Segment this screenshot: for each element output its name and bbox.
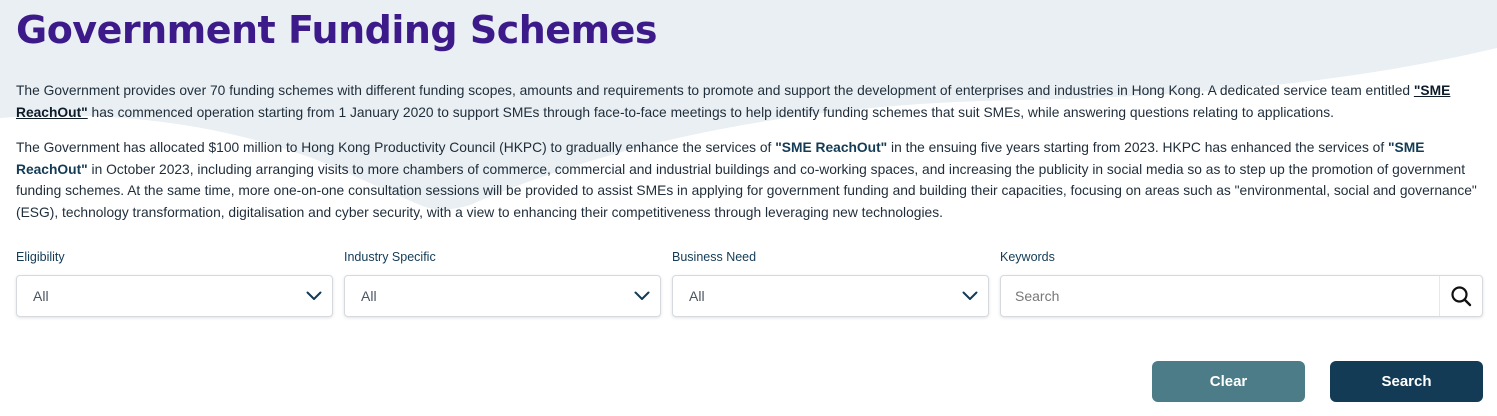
sme-reachout-highlight: "SME ReachOut" — [775, 140, 888, 155]
keywords-field — [1000, 275, 1483, 317]
page-title: Government Funding Schemes — [16, 8, 658, 52]
chevron-down-icon — [632, 286, 652, 306]
chevron-down-icon — [304, 286, 324, 306]
intro-paragraph-1: The Government provides over 70 funding … — [16, 80, 1486, 123]
intro-text: in the ensuing five years starting from … — [887, 140, 1389, 155]
intro-text: in October 2023, including arranging vis… — [16, 161, 1477, 221]
business-need-select[interactable]: All — [672, 275, 989, 317]
business-need-label: Business Need — [672, 250, 757, 264]
industry-specific-value: All — [361, 288, 377, 304]
keywords-input[interactable] — [1001, 277, 1439, 315]
industry-specific-select[interactable]: All — [344, 275, 661, 317]
eligibility-value: All — [33, 288, 49, 304]
business-need-value: All — [689, 288, 705, 304]
intro-text: has commenced operation starting from 1 … — [87, 104, 1334, 120]
industry-specific-label: Industry Specific — [344, 250, 436, 264]
chevron-down-icon — [960, 286, 980, 306]
search-icon — [1451, 286, 1472, 307]
eligibility-label: Eligibility — [16, 250, 65, 264]
keywords-label: Keywords — [1000, 250, 1055, 264]
intro-text: The Government has allocated $100 millio… — [16, 140, 776, 155]
intro-text: The Government provides over 70 funding … — [16, 83, 1414, 98]
search-button[interactable]: Search — [1330, 361, 1483, 402]
clear-button[interactable]: Clear — [1152, 361, 1305, 402]
intro-paragraph-2: The Government has allocated $100 millio… — [16, 137, 1486, 224]
eligibility-select[interactable]: All — [16, 275, 333, 317]
keyword-search-button[interactable] — [1439, 276, 1482, 316]
